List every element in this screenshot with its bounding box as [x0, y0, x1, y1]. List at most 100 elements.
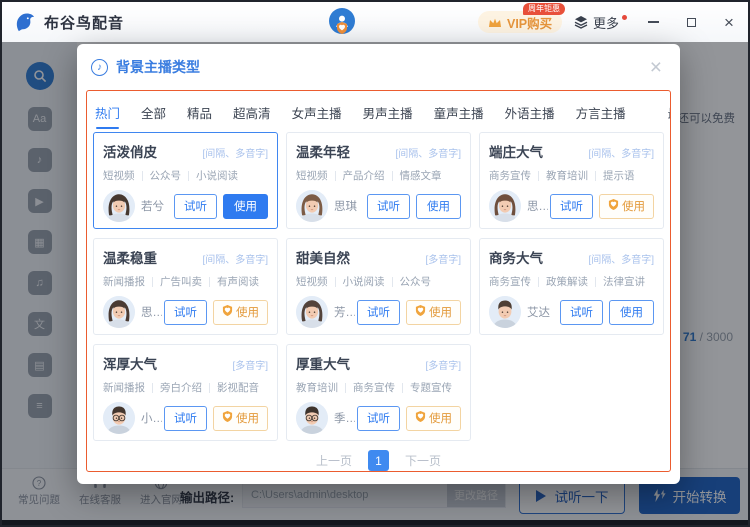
listen-button[interactable]: 试听 — [174, 194, 217, 219]
scene-tag: 公众号 — [400, 274, 432, 289]
app-title: 布谷鸟配音 — [44, 12, 124, 33]
vip-shield-icon — [415, 305, 426, 319]
close-icon[interactable]: × — [650, 57, 662, 78]
maximize-icon[interactable] — [684, 15, 698, 29]
scene-tag: 商务宣传 — [353, 380, 395, 395]
voice-card-若兮[interactable]: 活泼俏皮[间隔、多音字]短视频公众号小说阅读若兮试听使用 — [93, 132, 278, 229]
use-button[interactable]: 使用 — [213, 406, 268, 431]
use-button[interactable]: 使用 — [416, 194, 461, 219]
anchor-avatar — [103, 402, 135, 434]
scene-tag: 小说阅读 — [343, 274, 385, 289]
anchor-avatar — [489, 296, 521, 328]
scene-tag: 产品介绍 — [343, 168, 385, 183]
scene-tag: 政策解读 — [546, 274, 588, 289]
use-button[interactable]: 使用 — [406, 300, 461, 325]
listen-button[interactable]: 试听 — [164, 300, 207, 325]
anchor-avatar — [296, 190, 328, 222]
listen-button[interactable]: 试听 — [164, 406, 207, 431]
tag-separator — [209, 277, 210, 287]
music-note-icon: ♪ — [91, 59, 108, 76]
tag-separator — [209, 383, 210, 393]
feature-tag: [多音字] — [425, 251, 461, 266]
tab-最近使用[interactable]: 最近使用 — [668, 103, 671, 122]
tab-外语主播[interactable]: 外语主播 — [505, 103, 555, 122]
tag-separator — [335, 171, 336, 181]
anchor-name: 思佳 — [527, 198, 548, 214]
tab-童声主播[interactable]: 童声主播 — [434, 103, 484, 122]
anchor-name: 思悦 — [141, 304, 162, 320]
modal-title: 背景主播类型 — [116, 57, 200, 77]
tab-超高清[interactable]: 超高清 — [233, 103, 271, 122]
use-button[interactable]: 使用 — [599, 194, 654, 219]
tab-方言主播[interactable]: 方言主播 — [576, 103, 626, 122]
pagination: 上一页 1 下一页 — [87, 450, 670, 471]
modal-header: ♪ 背景主播类型 × — [77, 44, 680, 90]
listen-button[interactable]: 试听 — [550, 194, 593, 219]
scene-tag: 小说阅读 — [196, 168, 238, 183]
app-brand: 布谷鸟配音 — [14, 2, 124, 42]
tag-separator — [595, 277, 596, 287]
scene-tag: 影视配音 — [217, 380, 259, 395]
current-page[interactable]: 1 — [368, 450, 389, 471]
category-tabs: 热门 全部 精品 超高清 女声主播 男声主播 童声主播 外语主播 方言主播 最近使用 — [87, 91, 670, 130]
vip-shield-icon — [222, 411, 233, 425]
vip-shield-icon — [608, 199, 619, 213]
tag-separator — [142, 171, 143, 181]
voice-card-芳芳[interactable]: 甜美自然[多音字]短视频小说阅读公众号芳芳试听使用 — [286, 238, 471, 335]
voice-style-title: 端庄大气 — [489, 141, 543, 161]
listen-button[interactable]: 试听 — [357, 406, 400, 431]
scene-tag: 有声阅读 — [217, 274, 259, 289]
voice-style-title: 浑厚大气 — [103, 353, 157, 373]
voice-card-思佳[interactable]: 端庄大气[间隔、多音字]商务宣传教育培训提示语思佳试听使用 — [479, 132, 664, 229]
minimize-icon[interactable] — [646, 15, 660, 29]
user-avatar[interactable] — [329, 8, 355, 34]
voice-card-艾达[interactable]: 商务大气[间隔、多音字]商务宣传政策解读法律宣讲艾达试听使用 — [479, 238, 664, 335]
use-button[interactable]: 使用 — [406, 406, 461, 431]
vip-shield-icon — [336, 21, 348, 39]
vip-promo-badge: 周年钜惠 — [523, 3, 565, 15]
scene-tag: 新闻播报 — [103, 380, 145, 395]
voice-card-季老师[interactable]: 厚重大气[多音字]教育培训商务宣传专题宣传季老师试听使用 — [286, 344, 471, 441]
voice-style-title: 温柔年轻 — [296, 141, 350, 161]
vip-crown-icon — [488, 17, 502, 28]
use-button[interactable]: 使用 — [609, 300, 654, 325]
voice-card-思悦[interactable]: 温柔稳重[间隔、多音字]新闻播报广告叫卖有声阅读思悦试听使用 — [93, 238, 278, 335]
tab-热门[interactable]: 热门 — [95, 103, 120, 122]
feature-tag: [间隔、多音字] — [202, 251, 268, 266]
prev-page-button[interactable]: 上一页 — [316, 452, 352, 469]
listen-button[interactable]: 试听 — [560, 300, 603, 325]
app-logo-bird-icon — [14, 11, 37, 34]
feature-tag: [间隔、多音字] — [588, 251, 654, 266]
tab-精品[interactable]: 精品 — [187, 103, 212, 122]
tag-separator — [595, 171, 596, 181]
feature-tag: [多音字] — [425, 357, 461, 372]
scene-tag: 专题宣传 — [410, 380, 452, 395]
scene-tag: 短视频 — [296, 168, 328, 183]
listen-button[interactable]: 试听 — [367, 194, 410, 219]
voice-card-思琪[interactable]: 温柔年轻[间隔、多音字]短视频产品介绍情感文章思琪试听使用 — [286, 132, 471, 229]
voice-style-title: 活泼俏皮 — [103, 141, 157, 161]
tag-separator — [345, 383, 346, 393]
window-close-icon[interactable]: × — [722, 15, 736, 29]
voice-style-title: 厚重大气 — [296, 353, 350, 373]
scene-tag: 新闻播报 — [103, 274, 145, 289]
vip-shield-icon — [415, 411, 426, 425]
tab-女声主播[interactable]: 女声主播 — [292, 103, 342, 122]
listen-button[interactable]: 试听 — [357, 300, 400, 325]
anchor-type-modal: ♪ 背景主播类型 × 热门 全部 精品 超高清 女声主播 男声主播 童声主播 外语主播 方言主播… — [77, 44, 680, 484]
use-button[interactable]: 使用 — [213, 300, 268, 325]
feature-tag: [间隔、多音字] — [588, 145, 654, 160]
more-menu-button[interactable]: 更多 — [574, 2, 627, 42]
tag-separator — [402, 383, 403, 393]
next-page-button[interactable]: 下一页 — [405, 452, 441, 469]
scene-tag: 提示语 — [603, 168, 635, 183]
tab-全部[interactable]: 全部 — [141, 103, 166, 122]
use-button[interactable]: 使用 — [223, 194, 268, 219]
anchor-avatar — [103, 190, 135, 222]
tab-男声主播[interactable]: 男声主播 — [363, 103, 413, 122]
tag-separator — [538, 171, 539, 181]
voice-style-title: 甜美自然 — [296, 247, 350, 267]
scene-tag: 商务宣传 — [489, 168, 531, 183]
window-controls: × — [646, 2, 736, 42]
voice-card-小军[interactable]: 浑厚大气[多音字]新闻播报旁白介绍影视配音小军试听使用 — [93, 344, 278, 441]
